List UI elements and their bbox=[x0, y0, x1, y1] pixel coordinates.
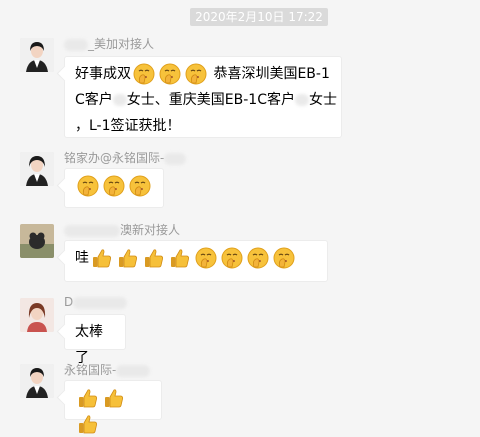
message-bubble[interactable] bbox=[64, 168, 164, 208]
sender-name: 永铭国际- bbox=[64, 361, 151, 378]
shush-face-icon bbox=[103, 175, 125, 197]
message-text: ，L-1签证获批！ bbox=[75, 118, 181, 134]
thumbs-up-icon bbox=[169, 247, 191, 269]
message-bubble[interactable]: 好事成双 恭喜深圳美国EB-1 C客户 女士、重庆美国EB-1C客户 女士 ，L-1… bbox=[64, 56, 342, 138]
thumbs-up-icon bbox=[143, 247, 165, 269]
shush-face-icon bbox=[273, 247, 295, 269]
sender-name: D bbox=[64, 295, 128, 309]
message-text: 恭喜深圳美国EB-1 bbox=[213, 66, 330, 82]
thumbs-up-icon bbox=[91, 247, 113, 269]
message-text: 好事成双 bbox=[75, 66, 131, 82]
shush-face-icon bbox=[77, 175, 99, 197]
sender-name: _美加对接人 bbox=[64, 35, 154, 52]
message-bubble[interactable]: 哇 bbox=[64, 240, 328, 282]
chat-timestamp: 2020年2月10日 17:22 bbox=[190, 8, 328, 26]
shush-face-icon bbox=[221, 247, 243, 269]
avatar[interactable] bbox=[20, 224, 54, 258]
shush-face-icon bbox=[185, 63, 207, 85]
shush-face-icon bbox=[129, 175, 151, 197]
sender-name: 澳新对接人 bbox=[64, 221, 180, 238]
thumbs-up-icon bbox=[117, 247, 139, 269]
avatar[interactable] bbox=[20, 38, 54, 72]
thumbs-up-icon bbox=[77, 387, 99, 409]
message-text: C客户 bbox=[75, 92, 113, 108]
message-bubble[interactable] bbox=[64, 380, 162, 434]
sender-name: 铭家办@永铭国际- bbox=[64, 149, 187, 166]
shush-face-icon bbox=[159, 63, 181, 85]
shush-face-icon bbox=[195, 247, 217, 269]
avatar[interactable] bbox=[20, 152, 54, 186]
shush-face-icon bbox=[247, 247, 269, 269]
message-text: 女士、重庆美国EB-1C客户 bbox=[126, 92, 295, 108]
thumbs-up-icon bbox=[103, 387, 125, 409]
thumbs-up-icon bbox=[77, 413, 99, 435]
message-text: 哇 bbox=[75, 250, 89, 266]
avatar[interactable] bbox=[20, 298, 54, 332]
message-text: 太棒了 bbox=[75, 324, 103, 366]
message-bubble[interactable]: 太棒了 bbox=[64, 314, 126, 366]
shush-face-icon bbox=[133, 63, 155, 85]
avatar[interactable] bbox=[20, 364, 54, 398]
message-text: 女士 bbox=[308, 92, 337, 108]
